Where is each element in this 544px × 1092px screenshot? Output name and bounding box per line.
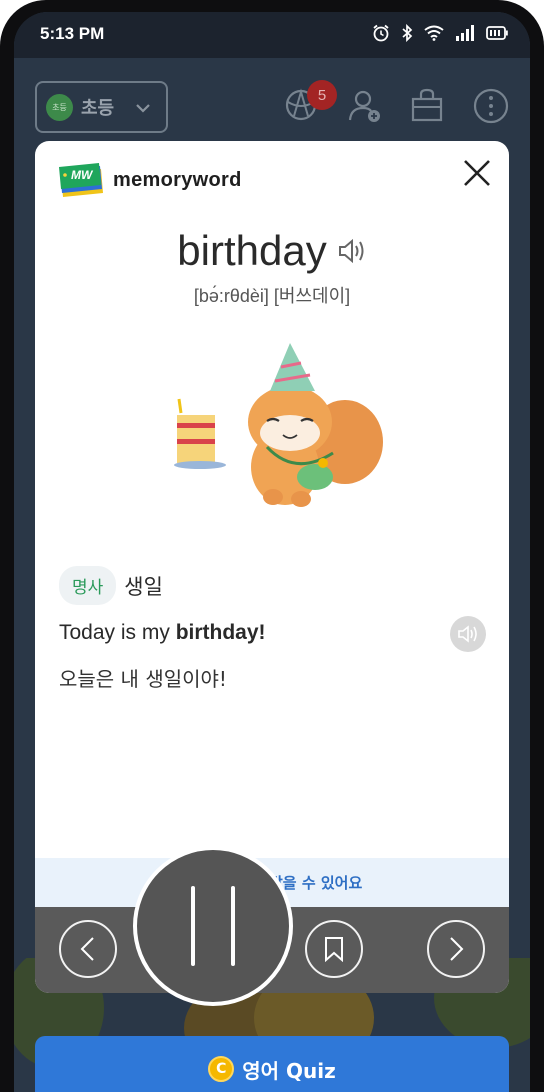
bookmark-button[interactable] — [305, 920, 363, 978]
meaning-row: 명사 생일 — [59, 566, 163, 605]
status-icons — [372, 24, 508, 42]
signal-icon — [456, 25, 474, 41]
bluetooth-icon — [402, 24, 413, 42]
chevron-down-icon — [136, 104, 150, 113]
example-en-highlight: birthday! — [175, 621, 266, 644]
chevron-right-icon — [450, 937, 464, 961]
bookmark-icon — [325, 937, 343, 962]
shop-bag-icon[interactable] — [410, 88, 444, 122]
previous-button[interactable] — [59, 920, 117, 978]
phonetic-text: [bə́:rθdèi] [버쓰데이] — [193, 286, 351, 306]
screen: 5:13 PM 초등 초등 5 MW memoryword birthday [… — [14, 12, 530, 1092]
english-quiz-button[interactable]: C 영어 Quiz — [35, 1036, 509, 1092]
memoryword-logo: MW memoryword — [59, 163, 242, 197]
quiz-label: 영어 Quiz — [242, 1058, 336, 1083]
example-sentence-ko: 오늘은 내 생일이야! — [59, 667, 227, 691]
alarm-icon — [373, 24, 389, 42]
phone-frame: 5:13 PM 초등 초등 5 MW memoryword birthday [… — [0, 0, 544, 1092]
speaker-icon[interactable] — [337, 237, 367, 265]
next-button[interactable] — [427, 920, 485, 978]
part-of-speech-tag: 명사 — [59, 566, 117, 605]
wifi-icon — [424, 25, 444, 41]
word-title: birthday — [177, 227, 327, 274]
chevron-left-icon — [80, 937, 94, 961]
example-speaker-button[interactable] — [450, 616, 486, 652]
grade-badge: 초등 — [46, 93, 73, 121]
coin-icon: C — [208, 1056, 235, 1082]
speaker-icon — [458, 625, 477, 643]
logo-text: memoryword — [113, 168, 242, 191]
word-card-modal: MW memoryword birthday [bə́:rθdèi] [버쓰데이… — [35, 141, 509, 993]
squirrel-birthday-illustration — [174, 343, 383, 507]
word-meaning: 생일 — [124, 574, 163, 599]
close-icon[interactable] — [459, 155, 495, 191]
logo-mark-icon: MW — [59, 163, 105, 197]
add-user-icon[interactable] — [347, 88, 383, 124]
example-sentence-en: Today is my birthday! — [59, 621, 266, 645]
battery-icon — [486, 26, 508, 40]
example-en-prefix: Today is my — [59, 621, 176, 644]
grade-select[interactable]: 초등 초등 — [35, 81, 168, 133]
logo-mark-text: MW — [71, 168, 93, 182]
pause-button[interactable] — [133, 846, 293, 1006]
status-time: 5:13 PM — [40, 24, 105, 43]
more-icon[interactable] — [473, 88, 509, 124]
pause-bar-left — [191, 886, 195, 966]
status-bar: 5:13 PM — [14, 12, 530, 58]
app-topbar: 초등 초등 — [14, 58, 530, 148]
pause-bar-right — [231, 886, 235, 966]
word-row: birthday — [35, 227, 509, 275]
notification-badge: 5 — [307, 80, 337, 110]
grade-label: 초등 — [81, 98, 115, 119]
